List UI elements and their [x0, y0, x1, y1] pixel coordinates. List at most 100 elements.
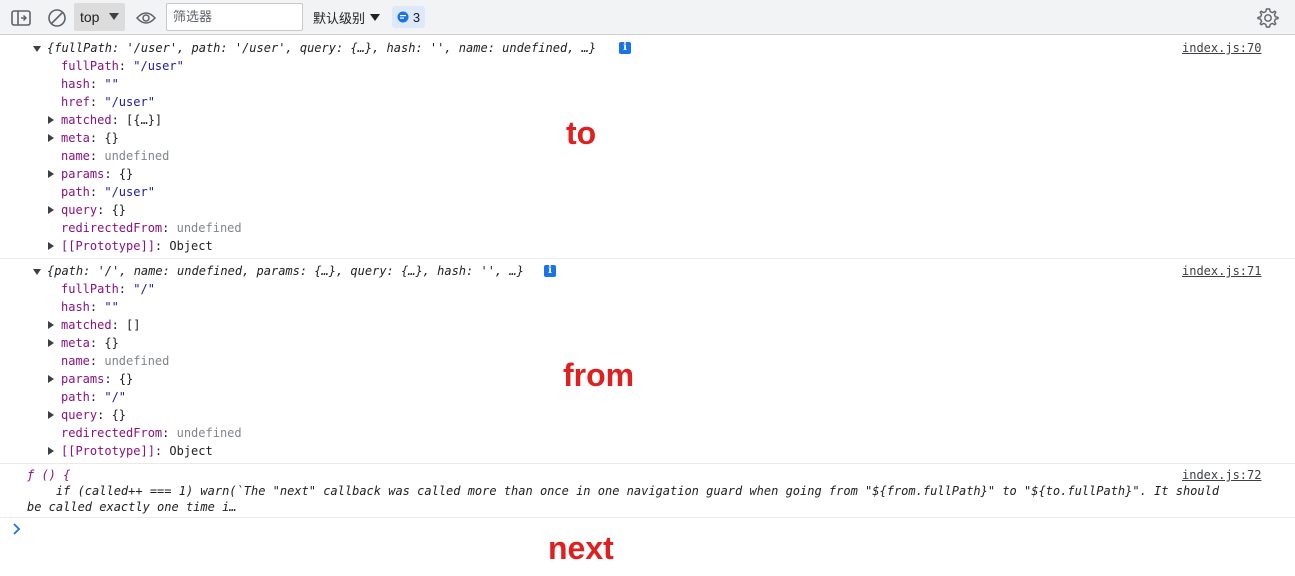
- console-message-to: {fullPath: '/user', path: '/user', query…: [0, 36, 1295, 259]
- gear-icon: [1257, 8, 1279, 28]
- info-icon[interactable]: i: [619, 42, 631, 54]
- property-row: name: undefined: [61, 354, 170, 368]
- chevron-down-icon: [109, 13, 119, 20]
- property-value: {}: [118, 372, 134, 386]
- live-expression-eye-icon: [136, 11, 156, 24]
- property-row: redirectedFrom: undefined: [61, 426, 242, 440]
- console-prompt-icon[interactable]: [12, 520, 22, 539]
- expand-triangle-icon[interactable]: [48, 339, 54, 347]
- property-row[interactable]: [[Prototype]]: Object: [61, 237, 213, 255]
- function-body-line: be called exactly one time i…: [27, 500, 237, 514]
- property-row[interactable]: query: {}: [61, 201, 126, 219]
- property-value: undefined: [176, 221, 242, 235]
- expand-triangle-icon[interactable]: [48, 170, 54, 178]
- source-link[interactable]: index.js:70: [1182, 39, 1261, 57]
- property-key: fullPath: [61, 59, 119, 73]
- property-value: "/": [133, 282, 155, 296]
- info-icon[interactable]: i: [544, 265, 556, 277]
- property-row: fullPath: "/user": [61, 59, 184, 73]
- filter-input[interactable]: [166, 3, 303, 31]
- property-value: "": [104, 300, 119, 314]
- property-row[interactable]: meta: {}: [61, 334, 119, 352]
- property-key: redirectedFrom: [61, 221, 163, 235]
- expand-triangle-icon[interactable]: [48, 116, 54, 124]
- property-key: matched: [61, 318, 112, 332]
- property-key: href: [61, 95, 90, 109]
- property-value: "": [104, 77, 119, 91]
- property-value: {}: [111, 203, 127, 217]
- sidebar-toggle-button[interactable]: [8, 0, 34, 35]
- property-key: params: [61, 167, 105, 181]
- property-value: "/user": [104, 185, 155, 199]
- property-row: hash: "": [61, 300, 119, 314]
- property-key: meta: [61, 131, 90, 145]
- context-selector[interactable]: top: [74, 3, 125, 31]
- property-key: path: [61, 390, 90, 404]
- property-value: Object: [169, 239, 213, 253]
- property-key: path: [61, 185, 90, 199]
- object-summary[interactable]: {fullPath: '/user', path: '/user', query…: [47, 39, 596, 57]
- property-value: undefined: [104, 354, 170, 368]
- console-message-next: ƒ () { if (called++ === 1) warn(`The "ne…: [0, 464, 1295, 518]
- property-row[interactable]: matched: [{…}]: [61, 111, 162, 129]
- property-key: meta: [61, 336, 90, 350]
- live-expression-button[interactable]: [134, 0, 158, 35]
- annotation-from: from: [563, 357, 635, 393]
- property-value: {}: [118, 167, 134, 181]
- property-key: hash: [61, 300, 90, 314]
- clear-console-button[interactable]: [44, 0, 70, 35]
- property-key: hash: [61, 77, 90, 91]
- property-row: fullPath: "/": [61, 282, 155, 296]
- console-message-from: {path: '/', name: undefined, params: {…}…: [0, 259, 1295, 464]
- property-value: Object: [169, 444, 213, 458]
- property-row: href: "/user": [61, 95, 155, 109]
- expand-triangle-icon[interactable]: [48, 447, 54, 455]
- log-levels-dropdown[interactable]: 默认级别: [313, 0, 381, 35]
- property-row[interactable]: params: {}: [61, 370, 133, 388]
- settings-button[interactable]: [1256, 6, 1280, 30]
- property-key: name: [61, 354, 90, 368]
- collapse-triangle-icon[interactable]: [33, 269, 41, 275]
- context-label: top: [80, 9, 100, 25]
- property-row[interactable]: query: {}: [61, 406, 126, 424]
- property-key: query: [61, 408, 98, 422]
- annotation-next: next: [548, 530, 614, 566]
- collapse-triangle-icon[interactable]: [33, 46, 41, 52]
- property-value: {}: [111, 408, 127, 422]
- property-value: undefined: [104, 149, 170, 163]
- expand-triangle-icon[interactable]: [48, 206, 54, 214]
- source-link[interactable]: index.js:71: [1182, 262, 1261, 280]
- property-row[interactable]: meta: {}: [61, 129, 119, 147]
- property-value: "/user": [133, 59, 184, 73]
- issues-badge[interactable]: 3: [392, 6, 425, 28]
- property-key: matched: [61, 113, 112, 127]
- log-levels-label: 默认级别: [313, 12, 366, 27]
- property-key: redirectedFrom: [61, 426, 163, 440]
- expand-triangle-icon[interactable]: [48, 411, 54, 419]
- property-key: [[Prototype]]: [61, 239, 155, 253]
- property-key: params: [61, 372, 105, 386]
- property-key: name: [61, 149, 90, 163]
- expand-triangle-icon[interactable]: [48, 321, 54, 329]
- property-key: [[Prototype]]: [61, 444, 155, 458]
- property-row[interactable]: [[Prototype]]: Object: [61, 442, 213, 460]
- issues-count: 3: [412, 9, 421, 25]
- property-row[interactable]: matched: []: [61, 316, 140, 334]
- property-value: "/user": [104, 95, 155, 109]
- expand-triangle-icon[interactable]: [48, 242, 54, 250]
- chevron-down-icon: [370, 13, 381, 21]
- property-value: "/": [104, 390, 127, 404]
- clear-console-icon: [48, 8, 66, 27]
- property-row: redirectedFrom: undefined: [61, 221, 242, 235]
- expand-triangle-icon[interactable]: [48, 134, 54, 142]
- annotation-to: to: [566, 115, 597, 151]
- property-value: []: [126, 318, 141, 332]
- object-summary[interactable]: {path: '/', name: undefined, params: {…}…: [47, 262, 524, 280]
- message-bubble-icon: [397, 11, 409, 23]
- expand-triangle-icon[interactable]: [48, 375, 54, 383]
- property-row: path: "/user": [61, 185, 155, 199]
- source-link[interactable]: index.js:72: [1182, 466, 1261, 484]
- property-key: query: [61, 203, 98, 217]
- sidebar-toggle-icon: [11, 9, 31, 26]
- property-row[interactable]: params: {}: [61, 165, 133, 183]
